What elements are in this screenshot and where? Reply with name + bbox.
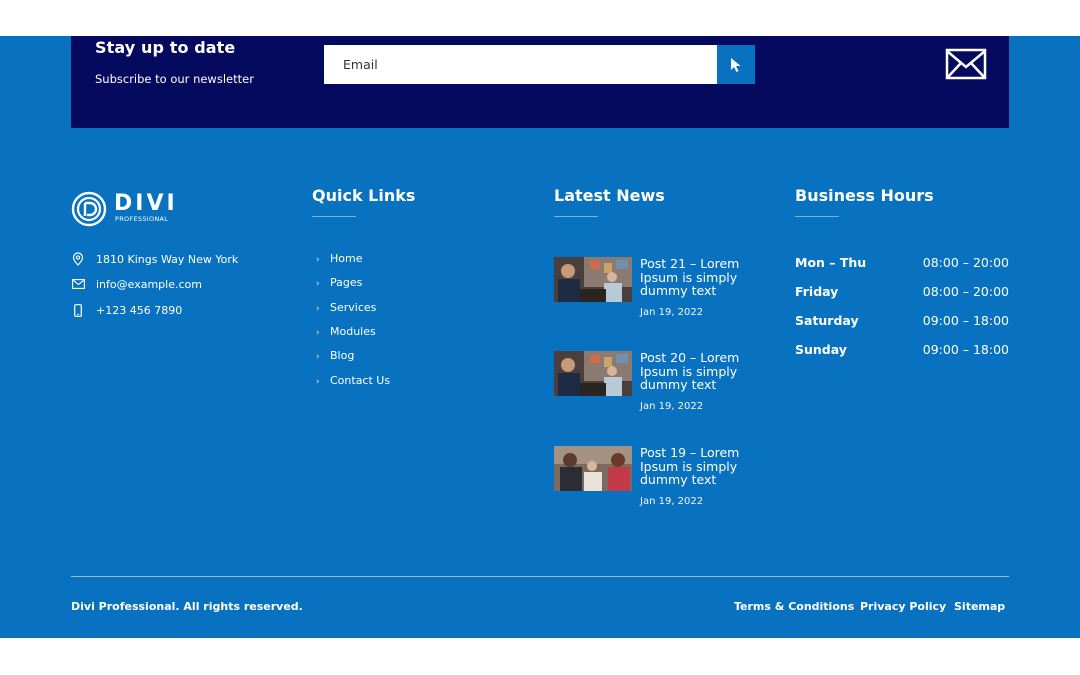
brand-name: DIVI [114, 191, 178, 216]
hours-day: Friday [795, 284, 839, 299]
newsletter-title: Stay up to date [95, 38, 236, 57]
cursor-arrow-icon [731, 57, 741, 72]
subscribe-button[interactable] [717, 45, 755, 84]
news-title[interactable]: Post 20 – Lorem Ipsum is simply dummy te… [640, 351, 752, 392]
contact-phone-text[interactable]: +123 456 7890 [96, 304, 182, 317]
chevron-right-icon: › [316, 376, 320, 387]
quick-links-title: Quick Links [312, 186, 416, 205]
footer-divider [71, 576, 1009, 577]
mobile-phone-icon [71, 303, 85, 317]
quick-link-label[interactable]: Blog [330, 349, 354, 362]
news-date: Jan 19, 2022 [640, 307, 704, 318]
chevron-right-icon: › [316, 352, 320, 363]
contact-address-text: 1810 Kings Way New York [96, 252, 239, 266]
quick-link-label[interactable]: Services [330, 301, 376, 314]
chevron-right-icon: › [316, 255, 320, 265]
contact-phone[interactable]: +123 456 7890 [71, 302, 182, 318]
quick-link-blog[interactable]: › Blog [316, 349, 354, 362]
hours-time: 08:00 – 20:00 [922, 284, 1009, 299]
contact-email-text[interactable]: info@example.com [96, 278, 202, 291]
hours-time: 09:00 – 18:00 [922, 313, 1009, 328]
news-title[interactable]: Post 19 – Lorem Ipsum is simply dummy te… [640, 446, 752, 487]
news-item[interactable]: Post 20 – Lorem Ipsum is simply dummy te… [554, 351, 754, 421]
contact-email[interactable]: info@example.com [71, 276, 202, 292]
business-hours-title: Business Hours [795, 186, 934, 205]
hours-day: Saturday [795, 313, 859, 328]
brand-tagline: PROFESSIONAL [115, 215, 169, 223]
quick-link-contact-us[interactable]: › Contact Us [316, 374, 390, 387]
hours-time: 08:00 – 20:00 [922, 255, 1009, 270]
news-thumbnail[interactable] [554, 257, 632, 302]
envelope-icon [945, 48, 987, 80]
mail-icon [71, 277, 85, 291]
newsletter-bar: Stay up to date Subscribe to our newslet… [71, 36, 1009, 128]
chevron-right-icon: › [316, 279, 320, 290]
email-input[interactable] [324, 45, 717, 84]
hours-row: Friday 08:00 – 20:00 [795, 284, 1009, 300]
news-date: Jan 19, 2022 [640, 496, 704, 507]
quick-link-label[interactable]: Pages [330, 276, 362, 289]
news-thumbnail[interactable] [554, 351, 632, 396]
news-item[interactable]: Post 21 – Lorem Ipsum is simply dummy te… [554, 257, 754, 327]
hours-day: Mon – Thu [795, 255, 867, 270]
quick-link-home[interactable]: › Home [316, 252, 362, 265]
quick-link-label[interactable]: Home [330, 252, 362, 265]
hours-row: Sunday 09:00 – 18:00 [795, 342, 1009, 358]
privacy-policy-link[interactable]: Privacy Policy [860, 600, 946, 613]
hours-time: 09:00 – 18:00 [922, 342, 1009, 357]
quick-link-services[interactable]: › Services [316, 301, 376, 314]
news-date: Jan 19, 2022 [640, 401, 704, 412]
contact-address: 1810 Kings Way New York [71, 251, 238, 267]
chevron-right-icon: › [316, 303, 320, 314]
quick-link-label[interactable]: Contact Us [330, 374, 390, 387]
terms-link[interactable]: Terms & Conditions [734, 600, 854, 613]
latest-news-underline [554, 216, 598, 217]
news-thumbnail[interactable] [554, 446, 632, 491]
news-item[interactable]: Post 19 – Lorem Ipsum is simply dummy te… [554, 446, 754, 516]
divi-logo-icon [71, 191, 107, 227]
chevron-right-icon: › [316, 327, 320, 338]
brand-logo[interactable]: DIVI PROFESSIONAL [71, 191, 181, 227]
newsletter-subtitle: Subscribe to our newsletter [95, 72, 254, 86]
sitemap-link[interactable]: Sitemap [954, 600, 1005, 613]
hours-row: Saturday 09:00 – 18:00 [795, 313, 1009, 329]
location-pin-icon [71, 252, 85, 266]
quick-link-pages[interactable]: › Pages [316, 276, 362, 289]
latest-news-title: Latest News [554, 186, 665, 205]
quick-link-modules[interactable]: › Modules [316, 325, 376, 338]
copyright-text: Divi Professional. All rights reserved. [71, 600, 303, 613]
hours-row: Mon – Thu 08:00 – 20:00 [795, 255, 1009, 271]
news-title[interactable]: Post 21 – Lorem Ipsum is simply dummy te… [640, 257, 752, 298]
quick-link-label[interactable]: Modules [330, 325, 376, 338]
hours-day: Sunday [795, 342, 847, 357]
quick-links-underline [312, 216, 356, 217]
business-hours-underline [795, 216, 839, 217]
